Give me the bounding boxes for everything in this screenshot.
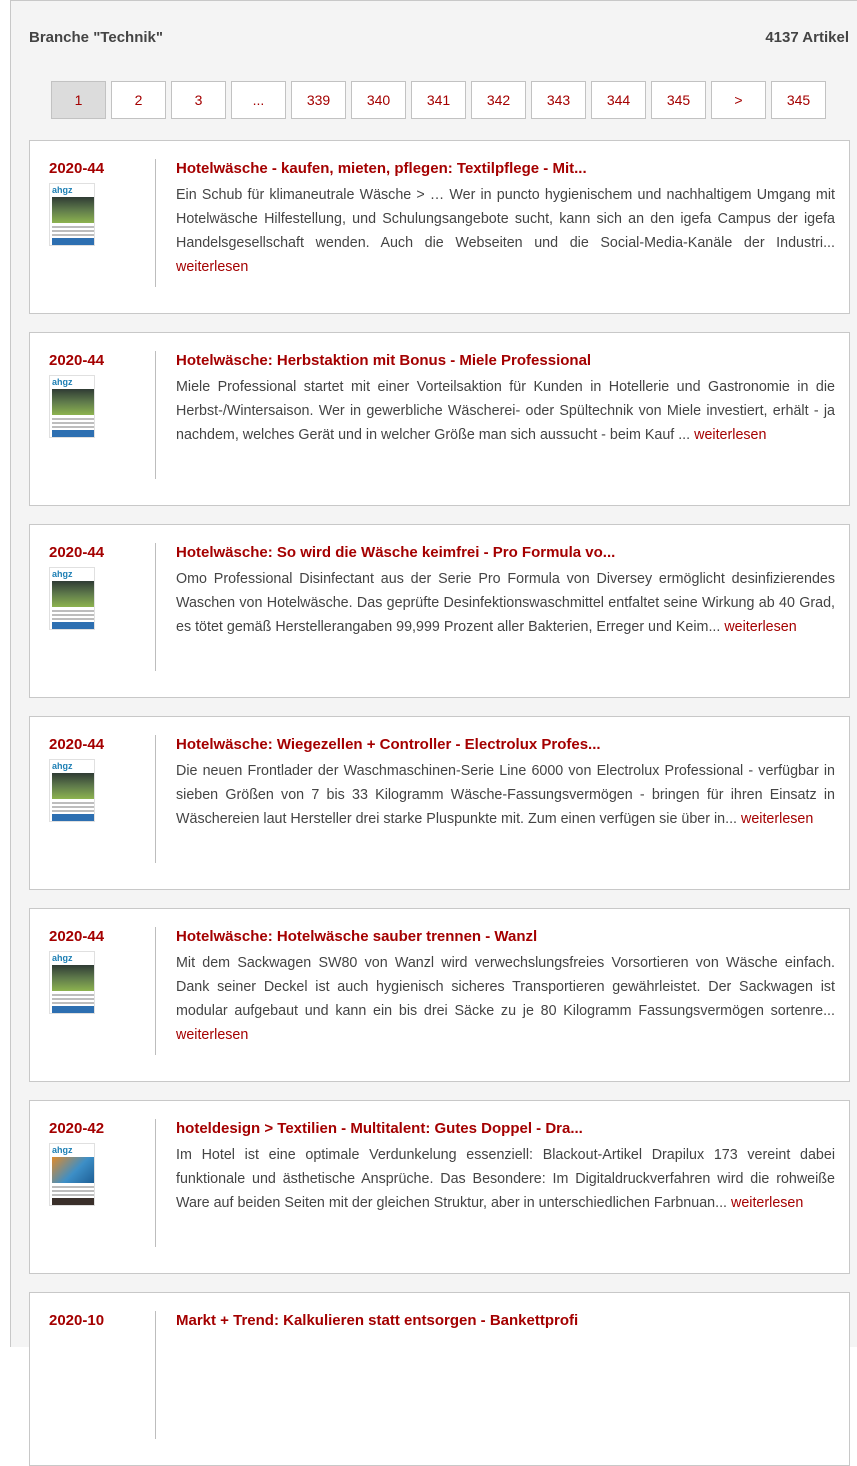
- issue-label[interactable]: 2020-44: [49, 928, 104, 945]
- cover-ad-strip: [52, 1198, 94, 1205]
- article-title-link[interactable]: Hotelwäsche - kaufen, mieten, pflegen: T…: [176, 160, 836, 177]
- cover-ad-strip: [52, 622, 94, 629]
- pagination: 1 2 3 ... 339 340 341 342 343 344 345 > …: [51, 81, 826, 119]
- cover-text-lines: [52, 994, 94, 1004]
- issue-cover-thumbnail[interactable]: ahgz: [49, 183, 95, 246]
- article-card: 2020-44 ahgz Hotelwäsche: Herbstaktion m…: [29, 332, 850, 506]
- article-title-link[interactable]: hoteldesign > Textilien - Multitalent: G…: [176, 1120, 836, 1137]
- cover-ad-strip: [52, 430, 94, 437]
- card-divider: [155, 927, 156, 1055]
- article-title-link[interactable]: Hotelwäsche: Herbstaktion mit Bonus - Mi…: [176, 352, 836, 369]
- cover-logo: ahgz: [52, 377, 73, 387]
- cover-photo: [52, 197, 94, 223]
- issue-label[interactable]: 2020-44: [49, 352, 104, 369]
- page-button[interactable]: 344: [591, 81, 646, 119]
- article-teaser: Ein Schub für klimaneutrale Wäsche > … W…: [176, 183, 835, 279]
- page-button[interactable]: 345: [651, 81, 706, 119]
- cover-text-lines: [52, 226, 94, 236]
- article-count: 4137 Artikel: [765, 29, 849, 46]
- page-ellipsis[interactable]: ...: [231, 81, 286, 119]
- issue-cover-thumbnail[interactable]: ahgz: [49, 759, 95, 822]
- article-teaser: Mit dem Sackwagen SW80 von Wanzl wird ve…: [176, 951, 835, 1047]
- card-divider: [155, 735, 156, 863]
- article-card: 2020-44 ahgz Hotelwäsche: So wird die Wä…: [29, 524, 850, 698]
- cover-ad-strip: [52, 238, 94, 245]
- issue-label[interactable]: 2020-10: [49, 1312, 104, 1329]
- article-teaser: Miele Professional startet mit einer Vor…: [176, 375, 835, 447]
- teaser-text: Mit dem Sackwagen SW80 von Wanzl wird ve…: [176, 955, 835, 1019]
- page-button[interactable]: 342: [471, 81, 526, 119]
- article-teaser: Die neuen Frontlader der Waschmaschinen-…: [176, 759, 835, 831]
- page-button[interactable]: 343: [531, 81, 586, 119]
- page-button[interactable]: 2: [111, 81, 166, 119]
- page-button[interactable]: 3: [171, 81, 226, 119]
- cover-ad-strip: [52, 1006, 94, 1013]
- issue-label[interactable]: 2020-42: [49, 1120, 104, 1137]
- issue-label[interactable]: 2020-44: [49, 544, 104, 561]
- issue-label[interactable]: 2020-44: [49, 160, 104, 177]
- cover-photo: [52, 581, 94, 607]
- cover-logo: ahgz: [52, 185, 73, 195]
- cover-text-lines: [52, 610, 94, 620]
- issue-cover-thumbnail[interactable]: ahgz: [49, 951, 95, 1014]
- article-title-link[interactable]: Hotelwäsche: So wird die Wäsche keimfrei…: [176, 544, 836, 561]
- card-divider: [155, 159, 156, 287]
- teaser-text: Die neuen Frontlader der Waschmaschinen-…: [176, 763, 835, 827]
- cover-logo: ahgz: [52, 761, 73, 771]
- article-title-link[interactable]: Hotelwäsche: Wiegezellen + Controller - …: [176, 736, 836, 753]
- article-teaser: Omo Professional Disinfectant aus der Se…: [176, 567, 835, 639]
- article-title-link[interactable]: Markt + Trend: Kalkulieren statt entsorg…: [176, 1312, 836, 1329]
- cover-logo: ahgz: [52, 1145, 73, 1155]
- cover-text-lines: [52, 1186, 94, 1196]
- article-teaser: Im Hotel ist eine optimale Verdunkelung …: [176, 1143, 835, 1215]
- issue-cover-thumbnail[interactable]: ahgz: [49, 375, 95, 438]
- cover-logo: ahgz: [52, 953, 73, 963]
- article-title-link[interactable]: Hotelwäsche: Hotelwäsche sauber trennen …: [176, 928, 836, 945]
- cover-photo: [52, 1157, 94, 1183]
- cover-ad-strip: [52, 814, 94, 821]
- issue-cover-thumbnail[interactable]: ahgz: [49, 1143, 95, 1206]
- page-button[interactable]: 341: [411, 81, 466, 119]
- read-more-link[interactable]: weiterlesen: [694, 427, 766, 443]
- card-divider: [155, 1119, 156, 1247]
- next-page-button[interactable]: >: [711, 81, 766, 119]
- cover-photo: [52, 389, 94, 415]
- card-divider: [155, 351, 156, 479]
- card-divider: [155, 543, 156, 671]
- read-more-link[interactable]: weiterlesen: [724, 619, 796, 635]
- read-more-link[interactable]: weiterlesen: [176, 259, 248, 275]
- read-more-link[interactable]: weiterlesen: [176, 1027, 248, 1043]
- read-more-link[interactable]: weiterlesen: [741, 811, 813, 827]
- cover-photo: [52, 773, 94, 799]
- cover-photo: [52, 965, 94, 991]
- page-button[interactable]: 1: [51, 81, 106, 119]
- issue-label[interactable]: 2020-44: [49, 736, 104, 753]
- read-more-link[interactable]: weiterlesen: [731, 1195, 803, 1211]
- page-button[interactable]: 339: [291, 81, 346, 119]
- page-button[interactable]: 340: [351, 81, 406, 119]
- article-card: 2020-42 ahgz hoteldesign > Textilien - M…: [29, 1100, 850, 1274]
- article-card: 2020-44 ahgz Hotelwäsche: Hotelwäsche sa…: [29, 908, 850, 1082]
- issue-cover-thumbnail[interactable]: ahgz: [49, 567, 95, 630]
- cover-logo: ahgz: [52, 569, 73, 579]
- cover-text-lines: [52, 418, 94, 428]
- branch-title: Branche "Technik": [29, 29, 163, 46]
- card-divider: [155, 1311, 156, 1439]
- article-card: 2020-44 ahgz Hotelwäsche - kaufen, miete…: [29, 140, 850, 314]
- article-card: 2020-44 ahgz Hotelwäsche: Wiegezellen + …: [29, 716, 850, 890]
- article-card: 2020-10 Markt + Trend: Kalkulieren statt…: [29, 1292, 850, 1466]
- cover-text-lines: [52, 802, 94, 812]
- teaser-text: Ein Schub für klimaneutrale Wäsche > … W…: [176, 187, 835, 251]
- last-page-button[interactable]: 345: [771, 81, 826, 119]
